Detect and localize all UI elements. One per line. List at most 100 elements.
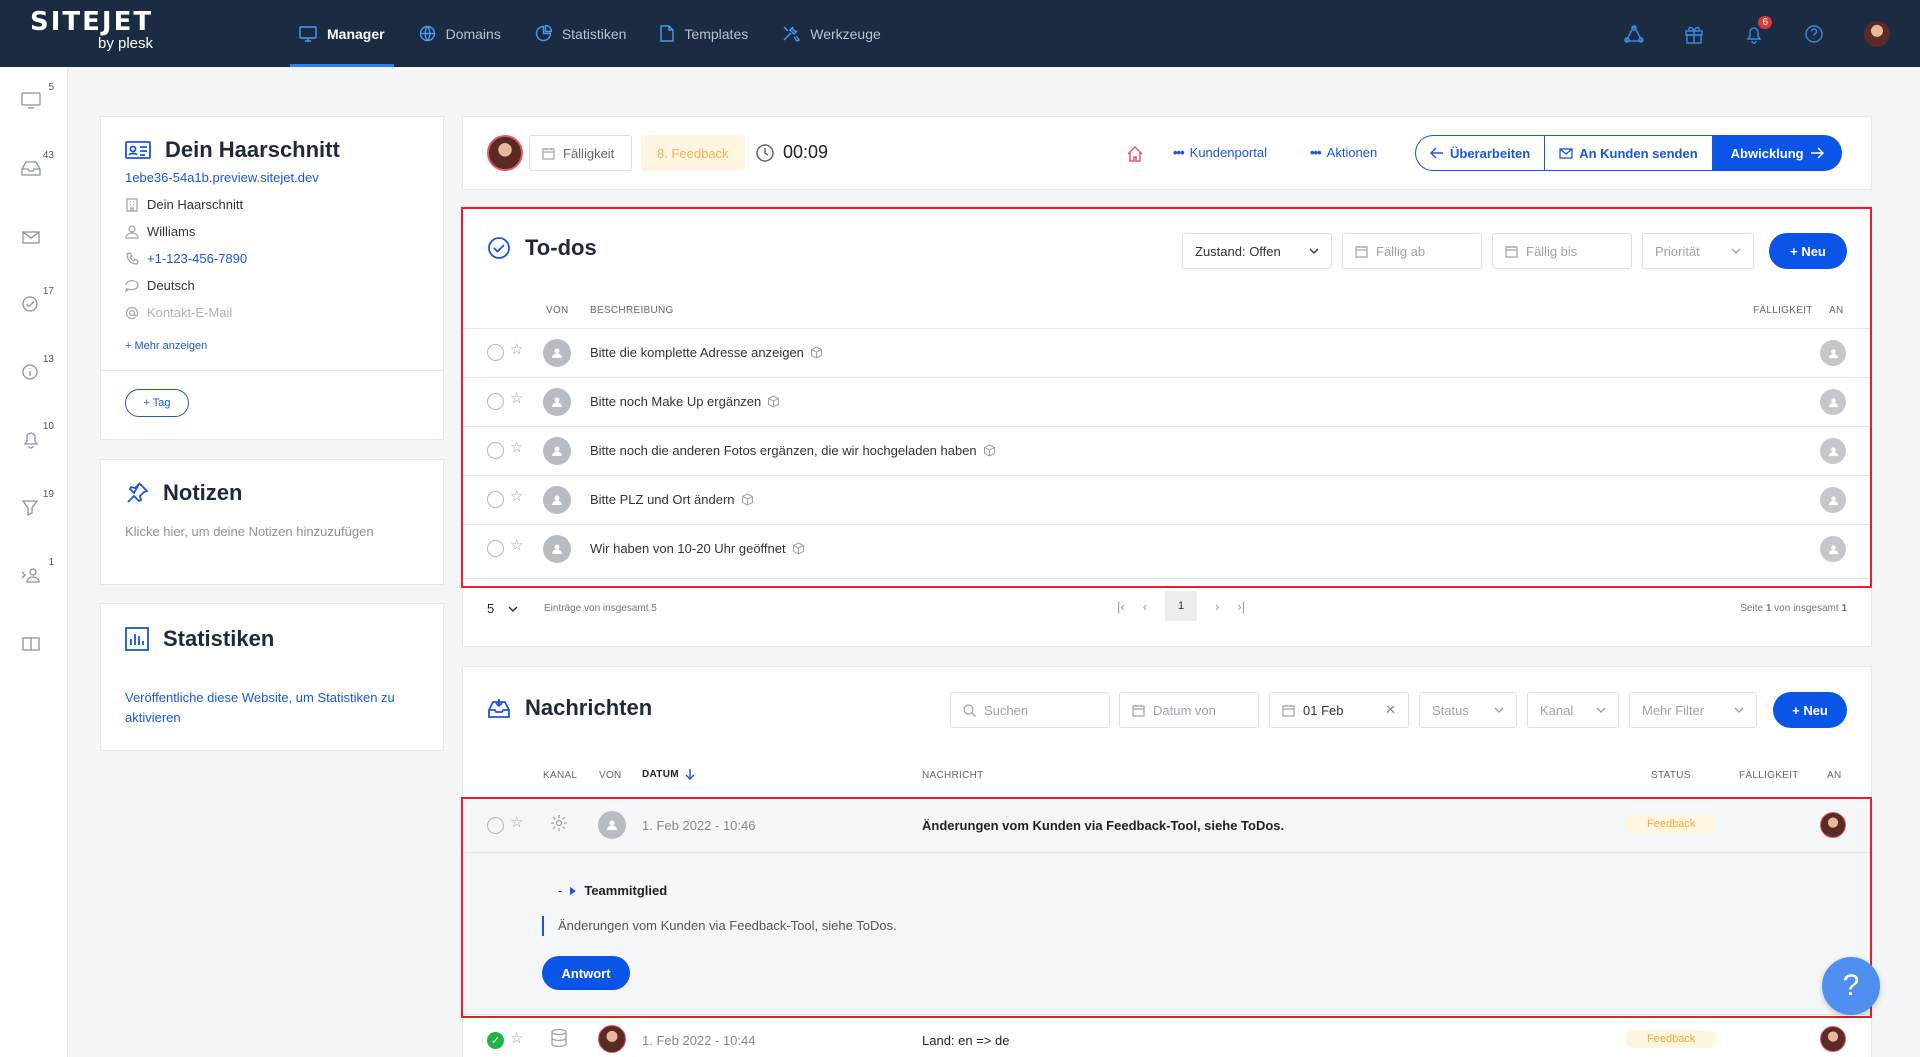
sidebar-websites[interactable]: 5 bbox=[20, 82, 54, 114]
channel-filter-select[interactable]: Kanal bbox=[1527, 692, 1619, 728]
todo-row[interactable]: ☆ Wir haben von 10-20 Uhr geöffnet bbox=[463, 524, 1871, 573]
bell-icon[interactable]: 6 bbox=[1744, 15, 1772, 44]
phone-link[interactable]: +1-123-456-7890 bbox=[147, 251, 247, 266]
process-button[interactable]: Abwicklung bbox=[1712, 135, 1842, 171]
due-date-chip[interactable]: Fälligkeit bbox=[529, 135, 632, 171]
col-message: NACHRICHT bbox=[922, 770, 984, 781]
todo-check[interactable] bbox=[487, 540, 504, 557]
sender-avatar bbox=[598, 811, 626, 839]
star-icon[interactable]: ☆ bbox=[510, 438, 523, 456]
gift-icon[interactable] bbox=[1684, 24, 1704, 44]
star-icon[interactable]: ☆ bbox=[510, 340, 523, 358]
reply-button[interactable]: Antwort bbox=[542, 956, 630, 990]
star-icon[interactable]: ☆ bbox=[510, 536, 523, 554]
message-search-input[interactable]: Suchen bbox=[950, 692, 1110, 728]
todo-check[interactable] bbox=[487, 491, 504, 508]
sidebar-filter[interactable]: 19 bbox=[20, 489, 54, 521]
left-icon-sidebar: 5 43 17 13 10 19 1 bbox=[0, 67, 68, 1057]
person-icon bbox=[1828, 397, 1838, 407]
actions-button[interactable]: ••• Aktionen bbox=[1310, 145, 1377, 160]
add-tag-button[interactable]: + Tag bbox=[125, 389, 189, 417]
timer[interactable]: 00:09 bbox=[755, 142, 828, 163]
prev-page-icon[interactable]: ‹ bbox=[1143, 599, 1147, 614]
message-check[interactable] bbox=[487, 817, 504, 834]
todo-check[interactable] bbox=[487, 344, 504, 361]
show-more-link[interactable]: + Mehr anzeigen bbox=[125, 340, 207, 352]
help-fab-button[interactable]: ? bbox=[1822, 957, 1880, 1015]
nav-werkzeuge[interactable]: Werkzeuge bbox=[765, 0, 898, 67]
date-from-input[interactable]: Datum von bbox=[1119, 692, 1259, 728]
new-todo-button[interactable]: + Neu bbox=[1769, 233, 1847, 269]
todo-check[interactable] bbox=[487, 442, 504, 459]
stats-publish-link[interactable]: Veröffentliche diese Website, um Statist… bbox=[125, 688, 425, 728]
customer-portal-button[interactable]: ••• Kundenportal bbox=[1173, 145, 1267, 160]
sidebar-inbox[interactable]: 43 bbox=[20, 150, 54, 182]
date-to-input[interactable]: 01 Feb ✕ bbox=[1269, 692, 1409, 728]
help-circle-icon[interactable] bbox=[1804, 24, 1824, 44]
total-entries: Einträge von insgesamt 5 bbox=[544, 603, 657, 614]
clear-date-icon[interactable]: ✕ bbox=[1385, 702, 1396, 718]
message-row[interactable]: ☆ 1. Feb 2022 - 10:46 Änderungen vom Kun… bbox=[463, 797, 1871, 852]
col-description: BESCHREIBUNG bbox=[590, 305, 674, 316]
sidebar-count: 19 bbox=[42, 489, 54, 500]
todo-list: ☆ Bitte die komplette Adresse anzeigen ☆ Bi… bbox=[463, 328, 1871, 573]
sidebar-tasks[interactable]: 17 bbox=[20, 286, 54, 318]
project-url-link[interactable]: 1ebe36-54a1b.preview.sitejet.dev bbox=[125, 170, 319, 185]
nav-domains[interactable]: Domains bbox=[402, 0, 518, 67]
star-icon[interactable]: ☆ bbox=[510, 813, 523, 831]
more-dots-icon: ••• bbox=[1173, 145, 1185, 160]
todo-check[interactable] bbox=[487, 393, 504, 410]
nav-manager[interactable]: Manager bbox=[282, 0, 402, 67]
more-filters-select[interactable]: Mehr Filter bbox=[1629, 692, 1757, 728]
state-filter-select[interactable]: Zustand: Offen bbox=[1182, 233, 1332, 269]
new-message-button[interactable]: + Neu bbox=[1773, 692, 1847, 728]
next-page-icon[interactable]: › bbox=[1215, 599, 1219, 614]
last-page-icon[interactable]: ›| bbox=[1237, 599, 1245, 614]
star-icon[interactable]: ☆ bbox=[510, 389, 523, 407]
priority-select[interactable]: Priorität bbox=[1642, 233, 1754, 269]
sidebar-layout[interactable] bbox=[20, 634, 46, 658]
first-page-icon[interactable]: |‹ bbox=[1117, 599, 1125, 614]
current-page[interactable]: 1 bbox=[1165, 591, 1198, 621]
message-done-check-icon[interactable]: ✓ bbox=[487, 1032, 504, 1049]
sidebar-mail[interactable] bbox=[20, 227, 46, 251]
revise-button[interactable]: Überarbeiten bbox=[1415, 135, 1545, 171]
star-icon[interactable]: ☆ bbox=[510, 487, 523, 505]
language-row: Deutsch bbox=[125, 272, 425, 299]
status-filter-select[interactable]: Status bbox=[1419, 692, 1517, 728]
phase-badge[interactable]: 8. Feedback bbox=[641, 135, 745, 171]
nav-statistiken[interactable]: Statistiken bbox=[518, 0, 644, 67]
star-icon[interactable]: ☆ bbox=[510, 1029, 523, 1047]
main-nav: Manager Domains Statistiken Templates We… bbox=[282, 0, 898, 67]
message-row[interactable]: ✓ ☆ 1. Feb 2022 - 10:44 Land: en => de F… bbox=[463, 1014, 1871, 1057]
state-filter-value: Zustand: Offen bbox=[1195, 243, 1281, 259]
todo-row[interactable]: ☆ Bitte PLZ und Ort ändern bbox=[463, 475, 1871, 524]
sidebar-notifications[interactable]: 10 bbox=[20, 421, 54, 453]
nav-templates[interactable]: Templates bbox=[643, 0, 765, 67]
notes-card[interactable]: Notizen Klicke hier, um deine Notizen hi… bbox=[100, 459, 444, 585]
col-date-sort[interactable]: DATUM bbox=[642, 768, 695, 780]
send-to-customer-button[interactable]: An Kunden senden bbox=[1544, 135, 1713, 171]
notes-title-row: Notizen bbox=[125, 480, 242, 506]
creator-avatar bbox=[543, 388, 571, 416]
home-icon[interactable] bbox=[1126, 145, 1144, 163]
email-placeholder[interactable]: Kontakt-E-Mail bbox=[147, 305, 232, 320]
due-from-input[interactable]: Fällig ab bbox=[1342, 233, 1482, 269]
triangle-shapes-icon[interactable] bbox=[1624, 23, 1644, 44]
message-sender-row[interactable]: - Teammitglied bbox=[558, 883, 667, 898]
bar-chart-icon bbox=[125, 627, 149, 651]
sidebar-info[interactable]: 13 bbox=[20, 354, 54, 386]
due-to-input[interactable]: Fällig bis bbox=[1492, 233, 1632, 269]
assignee-avatar[interactable] bbox=[487, 135, 523, 171]
actions-label: Aktionen bbox=[1326, 145, 1378, 160]
todo-row[interactable]: ☆ Bitte noch die anderen Fotos ergänzen, … bbox=[463, 426, 1871, 475]
todo-row[interactable]: ☆ Bitte die komplette Adresse anzeigen bbox=[463, 328, 1871, 377]
per-page-select[interactable]: 5 bbox=[487, 601, 518, 616]
person-icon bbox=[1828, 348, 1838, 358]
user-avatar[interactable] bbox=[1864, 20, 1890, 47]
project-toolbar: Fälligkeit 8. Feedback 00:09 ••• Kundenp… bbox=[462, 116, 1872, 190]
sitejet-logo[interactable]: SITEJET by plesk bbox=[30, 9, 170, 53]
monitor-icon bbox=[21, 92, 41, 109]
todo-row[interactable]: ☆ Bitte noch Make Up ergänzen bbox=[463, 377, 1871, 426]
sidebar-team[interactable]: 1 bbox=[20, 557, 54, 589]
